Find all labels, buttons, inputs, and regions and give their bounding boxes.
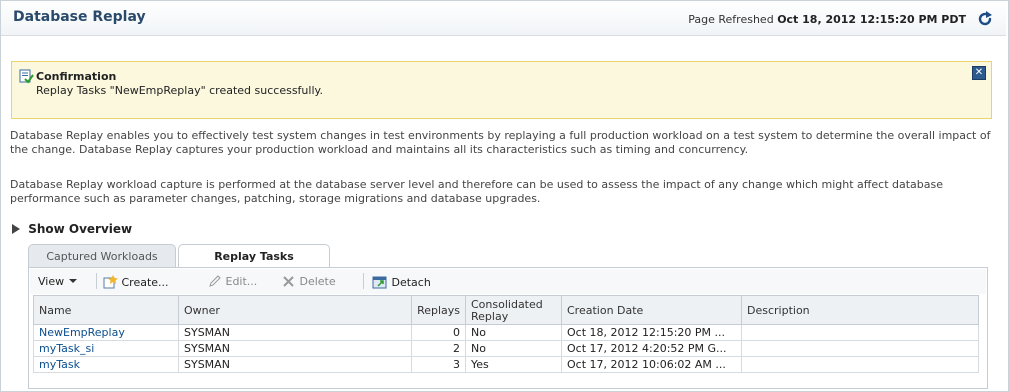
detach-label: Detach xyxy=(391,276,431,289)
close-icon[interactable]: ✕ xyxy=(972,66,986,80)
replay-tasks-table: Name Owner Replays Consolidated Replay C… xyxy=(33,295,979,373)
table-toolbar: View Create... Edit... Delete Detach xyxy=(30,269,986,294)
table-header-row: Name Owner Replays Consolidated Replay C… xyxy=(33,295,979,325)
delete-x-icon xyxy=(283,276,294,287)
cell-name[interactable]: NewEmpReplay xyxy=(33,324,179,341)
create-icon xyxy=(103,275,118,289)
cell-description xyxy=(741,356,979,373)
cell-replays: 2 xyxy=(411,340,466,357)
cell-creation-date: Oct 18, 2012 12:15:20 PM ... xyxy=(561,324,742,341)
cell-replays: 0 xyxy=(411,324,466,341)
detach-button[interactable]: Detach xyxy=(372,275,431,289)
table-row[interactable]: myTask SYSMAN 3 Yes Oct 17, 2012 10:06:0… xyxy=(33,356,979,373)
edit-button[interactable]: Edit... xyxy=(208,275,257,288)
edit-label: Edit... xyxy=(225,275,258,288)
task-link[interactable]: NewEmpReplay xyxy=(39,326,125,339)
confirmation-message: Replay Tasks "NewEmpReplay" created succ… xyxy=(36,84,323,97)
column-header-owner[interactable]: Owner xyxy=(178,295,412,325)
cell-replays: 3 xyxy=(411,356,466,373)
cell-creation-date: Oct 17, 2012 4:20:52 PM G... xyxy=(561,340,742,357)
pencil-icon xyxy=(209,275,221,287)
show-overview-label: Show Overview xyxy=(28,222,133,236)
table-row[interactable]: myTask_si SYSMAN 2 No Oct 17, 2012 4:20:… xyxy=(33,340,979,357)
cell-name[interactable]: myTask xyxy=(33,356,179,373)
toolbar-separator xyxy=(96,273,97,289)
task-link[interactable]: myTask xyxy=(39,358,80,371)
column-header-consolidated-replay[interactable]: Consolidated Replay xyxy=(465,295,562,325)
page-header: Database Replay Page Refreshed Oct 18, 2… xyxy=(1,1,1006,36)
show-overview-toggle[interactable]: Show Overview xyxy=(12,222,132,236)
cell-owner: SYSMAN xyxy=(178,356,412,373)
cell-owner: SYSMAN xyxy=(178,324,412,341)
task-link[interactable]: myTask_si xyxy=(39,342,94,355)
cell-owner: SYSMAN xyxy=(178,340,412,357)
confirmation-box: Confirmation Replay Tasks "NewEmpReplay"… xyxy=(11,61,992,119)
table-row[interactable]: NewEmpReplay SYSMAN 0 No Oct 18, 2012 12… xyxy=(33,324,979,341)
refresh-time: Oct 18, 2012 12:15:20 PM PDT xyxy=(777,13,966,26)
page-title: Database Replay xyxy=(13,9,146,25)
delete-button[interactable]: Delete xyxy=(282,275,336,288)
disclosure-triangle-icon xyxy=(12,224,20,234)
page-refreshed-info: Page Refreshed Oct 18, 2012 12:15:20 PM … xyxy=(688,13,966,26)
toolbar-separator xyxy=(363,273,364,289)
refresh-prefix: Page Refreshed xyxy=(688,13,774,26)
cell-consolidated: Yes xyxy=(465,356,562,373)
cell-description xyxy=(741,340,979,357)
confirmation-title: Confirmation xyxy=(36,70,117,83)
cell-consolidated: No xyxy=(465,324,562,341)
tab-captured-workloads[interactable]: Captured Workloads xyxy=(28,244,176,268)
chevron-down-icon xyxy=(69,279,78,283)
view-menu-button[interactable]: View xyxy=(38,275,78,288)
column-header-creation-date[interactable]: Creation Date xyxy=(561,295,742,325)
view-label: View xyxy=(38,275,65,288)
cell-description xyxy=(741,324,979,341)
column-header-name[interactable]: Name xyxy=(33,295,179,325)
tab-replay-tasks[interactable]: Replay Tasks xyxy=(178,244,330,268)
detach-icon xyxy=(372,276,387,289)
refresh-icon[interactable] xyxy=(976,10,994,28)
delete-label: Delete xyxy=(299,275,336,288)
create-label: Create... xyxy=(121,276,169,289)
cell-consolidated: No xyxy=(465,340,562,357)
intro-paragraph-2: Database Replay workload capture is perf… xyxy=(10,178,944,205)
intro-paragraph-1: Database Replay enables you to effective… xyxy=(10,129,991,156)
column-header-replays[interactable]: Replays xyxy=(411,295,466,325)
replay-tasks-panel: View Create... Edit... Delete Detach Nam… xyxy=(28,268,988,389)
column-header-description[interactable]: Description xyxy=(741,295,979,325)
cell-creation-date: Oct 17, 2012 10:06:02 AM ... xyxy=(561,356,742,373)
confirmation-icon xyxy=(19,69,34,84)
cell-name[interactable]: myTask_si xyxy=(33,340,179,357)
tab-bar: Captured Workloads Replay Tasks xyxy=(28,244,988,268)
create-button[interactable]: Create... xyxy=(102,275,169,289)
